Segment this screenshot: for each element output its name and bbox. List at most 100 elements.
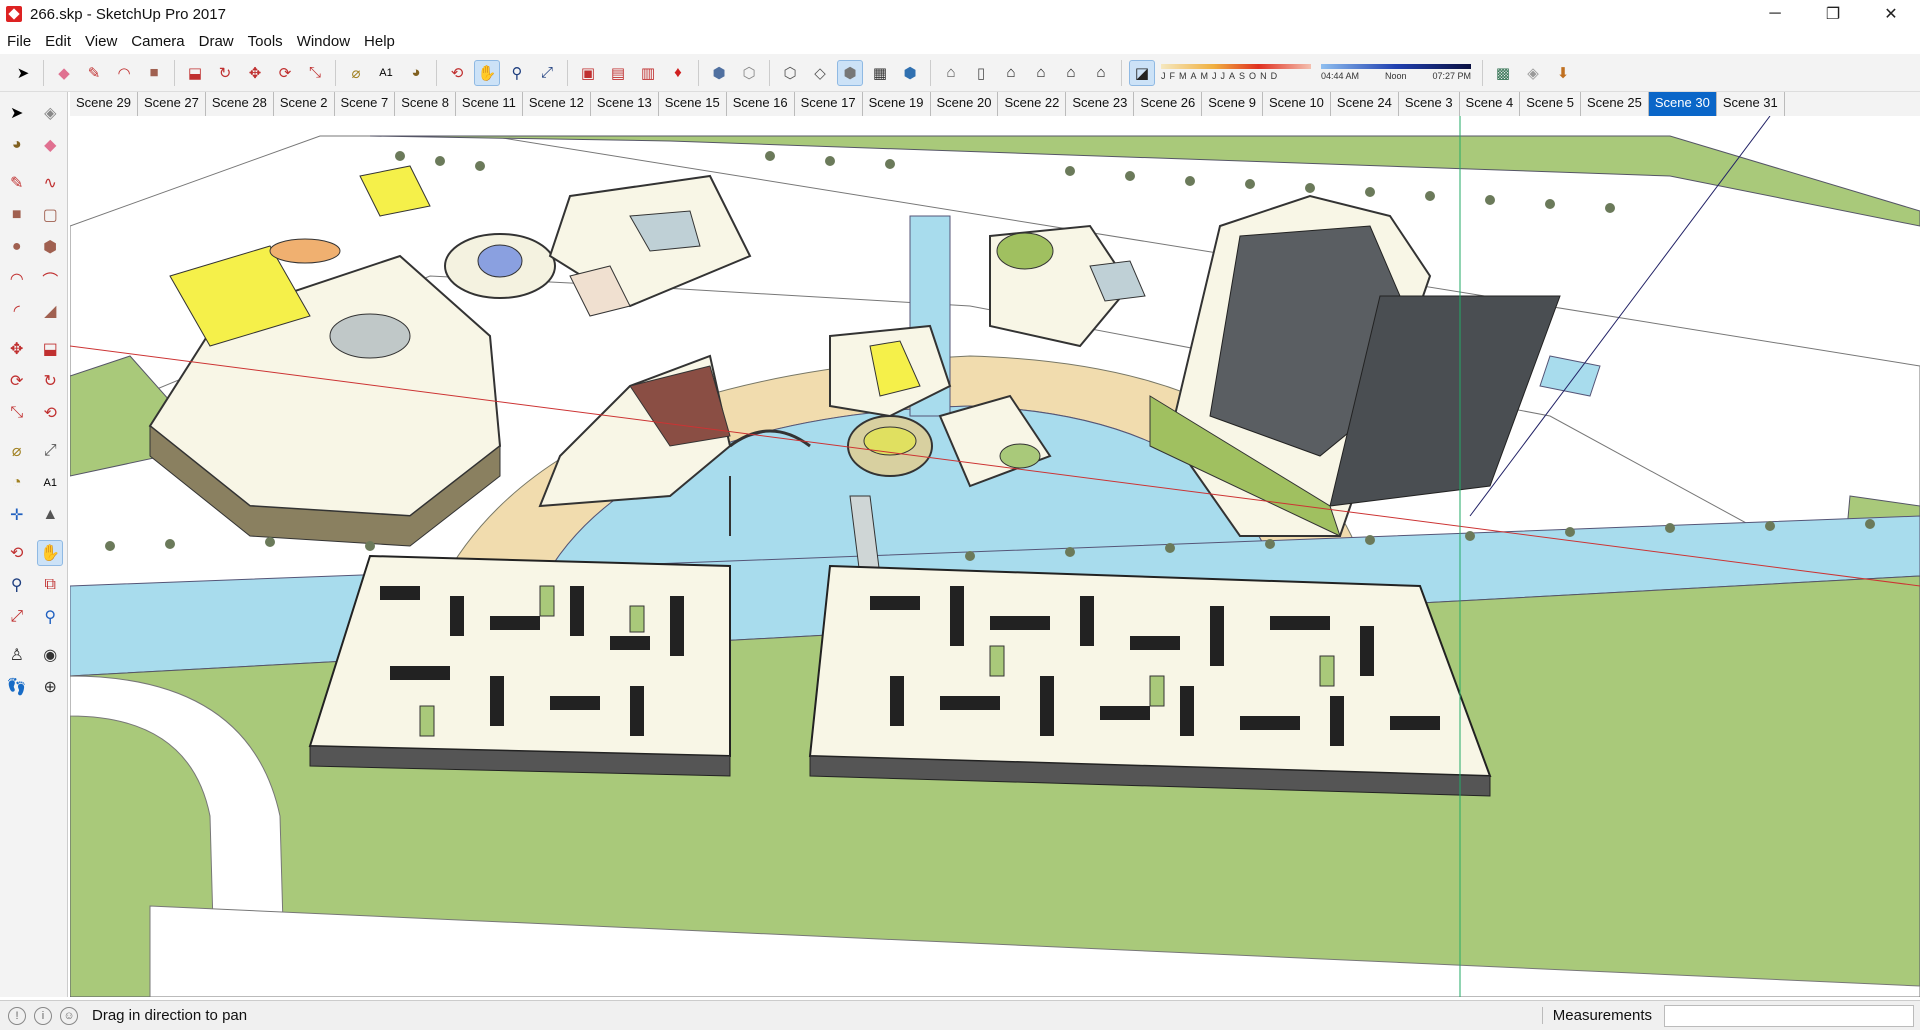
scene-tab[interactable]: Scene 27 <box>138 92 206 116</box>
back-edges-icon[interactable]: ⬡ <box>736 60 762 86</box>
shadow-month-bar[interactable] <box>1161 64 1311 69</box>
orbit-icon[interactable]: ⟲ <box>4 540 30 566</box>
menu-camera[interactable]: Camera <box>124 33 191 50</box>
scene-tab[interactable]: Scene 23 <box>1066 92 1135 116</box>
zoom-icon[interactable]: ⚲ <box>4 572 30 598</box>
eraser-icon[interactable]: ◆ <box>37 132 63 158</box>
extension-warehouse-icon[interactable]: ▤ <box>605 60 631 86</box>
rotate-icon[interactable]: ⟳ <box>4 368 30 394</box>
scene-tab[interactable]: Scene 10 <box>1263 92 1331 116</box>
scene-tab[interactable]: Scene 30 <box>1648 92 1717 116</box>
back-view-icon[interactable]: ⌂ <box>1058 60 1084 86</box>
position-camera-icon[interactable]: ♙ <box>4 642 30 668</box>
push-pull-icon[interactable]: ⬓ <box>182 60 208 86</box>
scene-tab[interactable]: Scene 12 <box>523 92 591 116</box>
shaded-icon[interactable]: ⬢ <box>837 59 863 86</box>
right-view-icon[interactable]: ⌂ <box>1028 60 1054 86</box>
scene-tab[interactable]: Scene 26 <box>1134 92 1203 116</box>
maximize-button[interactable]: ❐ <box>1804 0 1862 28</box>
user-status-icon[interactable]: ☺ <box>60 1006 78 1025</box>
model-viewport[interactable] <box>70 116 1920 997</box>
xray-icon[interactable]: ⬢ <box>706 60 732 86</box>
scene-tab[interactable]: Scene 19 <box>863 92 931 116</box>
menu-draw[interactable]: Draw <box>192 33 241 50</box>
wireframe-icon[interactable]: ⬡ <box>777 60 803 86</box>
scale-icon[interactable]: ⤡ <box>4 400 30 426</box>
axes-icon[interactable]: ✛ <box>4 502 30 528</box>
menu-tools[interactable]: Tools <box>241 33 290 50</box>
menu-window[interactable]: Window <box>290 33 357 50</box>
zoom-icon[interactable]: ⚲ <box>504 60 530 86</box>
monochrome-icon[interactable]: ⬢ <box>897 60 923 86</box>
arc-icon[interactable]: ◠ <box>111 60 137 86</box>
site-model-render[interactable] <box>70 116 1920 997</box>
zoom-window-icon[interactable]: ⧉ <box>37 572 63 598</box>
pan-icon[interactable]: ✋ <box>37 540 64 566</box>
scene-tab[interactable]: Scene 2 <box>274 92 335 116</box>
scene-tab[interactable]: Scene 4 <box>1460 92 1521 116</box>
rotate-icon[interactable]: ⟳ <box>272 60 298 86</box>
select-icon[interactable]: ➤ <box>10 60 36 86</box>
make-component-icon[interactable]: ◈ <box>37 100 63 126</box>
line-icon[interactable]: ✎ <box>4 170 30 196</box>
iso-icon[interactable]: ⌂ <box>938 60 964 86</box>
section-plane-icon[interactable]: ⊕ <box>37 674 63 700</box>
previous-view-icon[interactable]: ⚲ <box>37 604 63 630</box>
shadow-time-slider[interactable]: 04:44 AM Noon 07:27 PM <box>1321 64 1471 81</box>
scene-tab[interactable]: Scene 5 <box>1520 92 1581 116</box>
follow-me-icon[interactable]: ↻ <box>37 368 63 394</box>
menu-edit[interactable]: Edit <box>38 33 78 50</box>
scene-tab[interactable]: Scene 9 <box>1202 92 1263 116</box>
scene-tab[interactable]: Scene 7 <box>335 92 396 116</box>
minimize-button[interactable]: ─ <box>1746 0 1804 28</box>
front-view-icon[interactable]: ⌂ <box>998 60 1024 86</box>
download-model-icon[interactable]: ⬇ <box>1550 60 1576 86</box>
offset-icon[interactable]: ⟲ <box>37 400 63 426</box>
push-pull-icon[interactable]: ⬓ <box>37 336 63 362</box>
scene-tab[interactable]: Scene 16 <box>727 92 795 116</box>
scene-tab[interactable]: Scene 11 <box>456 92 523 116</box>
scene-tab[interactable]: Scene 24 <box>1331 92 1399 116</box>
shadows-icon[interactable]: ◪ <box>1129 59 1155 86</box>
freehand-icon[interactable]: ∿ <box>37 170 63 196</box>
menu-help[interactable]: Help <box>357 33 402 50</box>
scene-tab[interactable]: Scene 20 <box>931 92 999 116</box>
tape-measure-icon[interactable]: ⌀ <box>343 60 369 86</box>
paint-bucket-icon[interactable]: ◕ <box>403 60 429 86</box>
follow-me-icon[interactable]: ↻ <box>212 60 238 86</box>
warehouse-icon[interactable]: ▣ <box>575 60 601 86</box>
text-icon[interactable]: A1 <box>373 60 399 86</box>
close-button[interactable]: ✕ <box>1862 0 1920 28</box>
3d-text-icon[interactable]: ▲ <box>37 502 63 528</box>
scene-tab[interactable]: Scene 3 <box>1399 92 1460 116</box>
paint-bucket-icon[interactable]: ◕ <box>4 132 30 158</box>
scene-tab[interactable]: Scene 31 <box>1717 92 1785 116</box>
rotated-rectangle-icon[interactable]: ▢ <box>37 202 63 228</box>
rectangle-icon[interactable]: ■ <box>4 202 30 228</box>
scene-tab[interactable]: Scene 29 <box>70 92 138 116</box>
scene-tab[interactable]: Scene 13 <box>591 92 659 116</box>
tape-measure-icon[interactable]: ⌀ <box>4 438 30 464</box>
dimension-icon[interactable]: ⤢ <box>37 438 63 464</box>
scene-tab[interactable]: Scene 22 <box>998 92 1067 116</box>
ruby-icon[interactable]: ♦ <box>665 60 691 86</box>
rectangle-icon[interactable]: ■ <box>141 60 167 86</box>
text-icon[interactable]: A1 <box>37 470 63 496</box>
polygon-icon[interactable]: ⬢ <box>37 234 63 260</box>
move-icon[interactable]: ✥ <box>4 336 30 362</box>
shaded-textures-icon[interactable]: ▦ <box>867 60 893 86</box>
shadow-time-bar[interactable] <box>1321 64 1471 69</box>
zoom-extents-icon[interactable]: ⤢ <box>4 604 30 630</box>
scene-tab[interactable]: Scene 28 <box>206 92 274 116</box>
hidden-line-icon[interactable]: ◇ <box>807 60 833 86</box>
left-view-icon[interactable]: ⌂ <box>1088 60 1114 86</box>
credits-status-icon[interactable]: i <box>34 1006 52 1025</box>
move-icon[interactable]: ✥ <box>242 60 268 86</box>
scene-tab[interactable]: Scene 8 <box>395 92 456 116</box>
measurements-input[interactable] <box>1664 1005 1914 1027</box>
scene-tab[interactable]: Scene 15 <box>659 92 727 116</box>
geo-location-icon[interactable]: ▩ <box>1490 60 1516 86</box>
menu-view[interactable]: View <box>78 33 124 50</box>
arc-icon[interactable]: ◠ <box>4 266 30 292</box>
pencil-icon[interactable]: ✎ <box>81 60 107 86</box>
